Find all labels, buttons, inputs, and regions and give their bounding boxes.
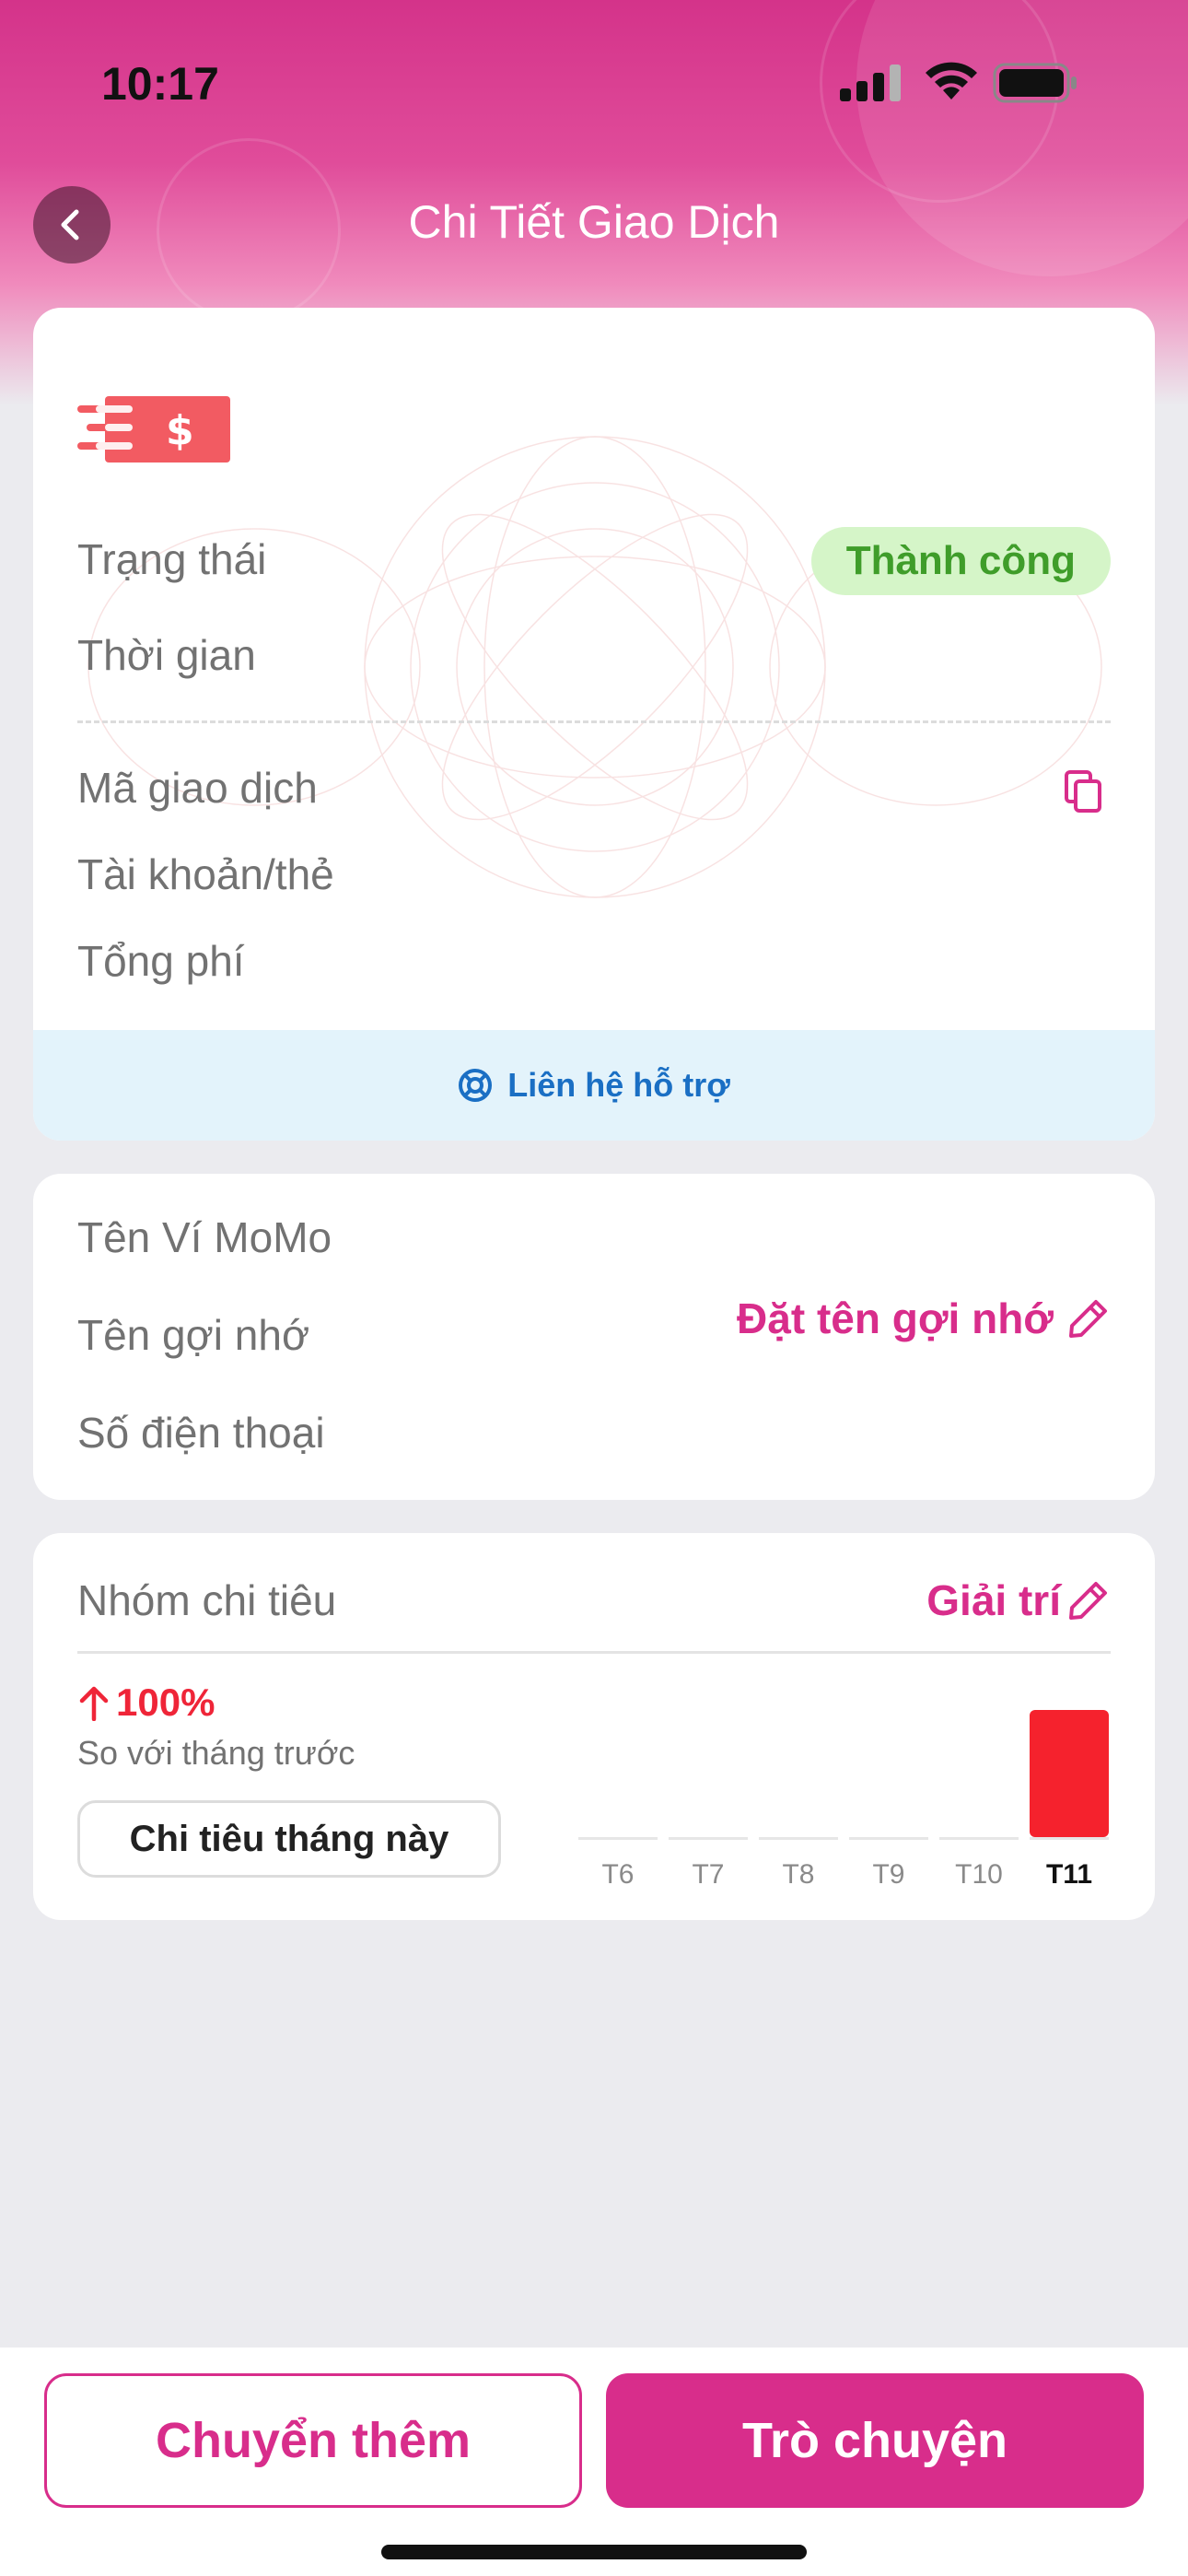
spending-group-value: Giải trí <box>926 1576 1061 1624</box>
transaction-card: $ Trạng thái Thành công Thời gian Mã gia… <box>33 308 1155 1141</box>
page-title: Chi Tiết Giao Dịch <box>408 196 780 248</box>
chart-baseline <box>669 1837 748 1840</box>
bottom-action-bar: Chuyển thêm Trò chuyện <box>0 2348 1188 2576</box>
chart-tick-label: T6 <box>601 1859 634 1890</box>
contact-support-label: Liên hệ hỗ trợ <box>507 1066 730 1104</box>
nickname-label: Tên gợi nhớ <box>77 1311 310 1359</box>
home-indicator <box>381 2545 807 2559</box>
pencil-icon <box>1069 1582 1107 1620</box>
chart-baseline <box>1030 1837 1109 1840</box>
contact-support-button[interactable]: Liên hệ hỗ trợ <box>33 1030 1155 1141</box>
svg-text:$: $ <box>166 407 194 454</box>
money-transfer-icon: $ <box>77 396 230 463</box>
copy-icon[interactable] <box>1063 768 1105 814</box>
chart-tick-label: T11 <box>1046 1859 1092 1890</box>
wallet-name-label: Tên Ví MoMo <box>77 1213 332 1261</box>
set-nickname-button[interactable]: Đặt tên gợi nhớ <box>737 1294 1111 1343</box>
status-bar: 10:17 <box>0 0 1188 157</box>
transfer-more-button[interactable]: Chuyển thêm <box>44 2373 582 2508</box>
status-label: Trạng thái <box>77 535 267 583</box>
fee-label: Tổng phí <box>77 937 245 985</box>
chart-baseline <box>849 1837 928 1840</box>
spending-card: Nhóm chi tiêu Giải trí 100% So với tháng… <box>33 1533 1155 1920</box>
chat-button[interactable]: Trò chuyện <box>606 2373 1144 2508</box>
set-nickname-label: Đặt tên gợi nhớ <box>737 1294 1054 1342</box>
wifi-icon <box>926 62 977 100</box>
spending-group-label: Nhóm chi tiêu <box>77 1576 337 1624</box>
arrow-up-icon <box>79 1686 109 1721</box>
compare-label: So với tháng trước <box>77 1734 355 1772</box>
time-label: Thời gian <box>77 631 256 679</box>
status-badge: Thành công <box>810 527 1111 595</box>
monthly-spending-chart: T6 T7 T8 T9 T10 T11 <box>578 1710 1109 1890</box>
chart-baseline <box>939 1837 1019 1840</box>
chart-bar-t11 <box>1030 1710 1109 1837</box>
chart-tick-label: T10 <box>955 1859 1003 1890</box>
spending-group-button[interactable]: Giải trí <box>926 1575 1111 1625</box>
cellular-signal-icon <box>840 64 901 101</box>
transaction-id-label: Mã giao dịch <box>77 764 318 812</box>
lifebuoy-icon <box>459 1069 493 1102</box>
phone-label: Số điện thoại <box>77 1409 325 1457</box>
chart-tick-label: T8 <box>782 1859 814 1890</box>
status-time: 10:17 <box>101 58 219 110</box>
dashed-divider <box>77 720 1111 723</box>
account-label: Tài khoản/thẻ <box>77 850 334 898</box>
chart-tick-label: T9 <box>872 1859 904 1890</box>
pencil-icon <box>1069 1300 1107 1338</box>
chart-baseline <box>759 1837 838 1840</box>
change-indicator: 100% <box>77 1680 215 1725</box>
battery-icon <box>993 63 1077 103</box>
divider <box>77 1651 1111 1654</box>
this-month-spending-button[interactable]: Chi tiêu tháng này <box>77 1800 501 1878</box>
recipient-card: Tên Ví MoMo Tên gợi nhớ Đặt tên gợi nhớ … <box>33 1174 1155 1500</box>
chart-baseline <box>578 1837 658 1840</box>
change-percent: 100% <box>116 1680 215 1724</box>
chart-tick-label: T7 <box>692 1859 724 1890</box>
